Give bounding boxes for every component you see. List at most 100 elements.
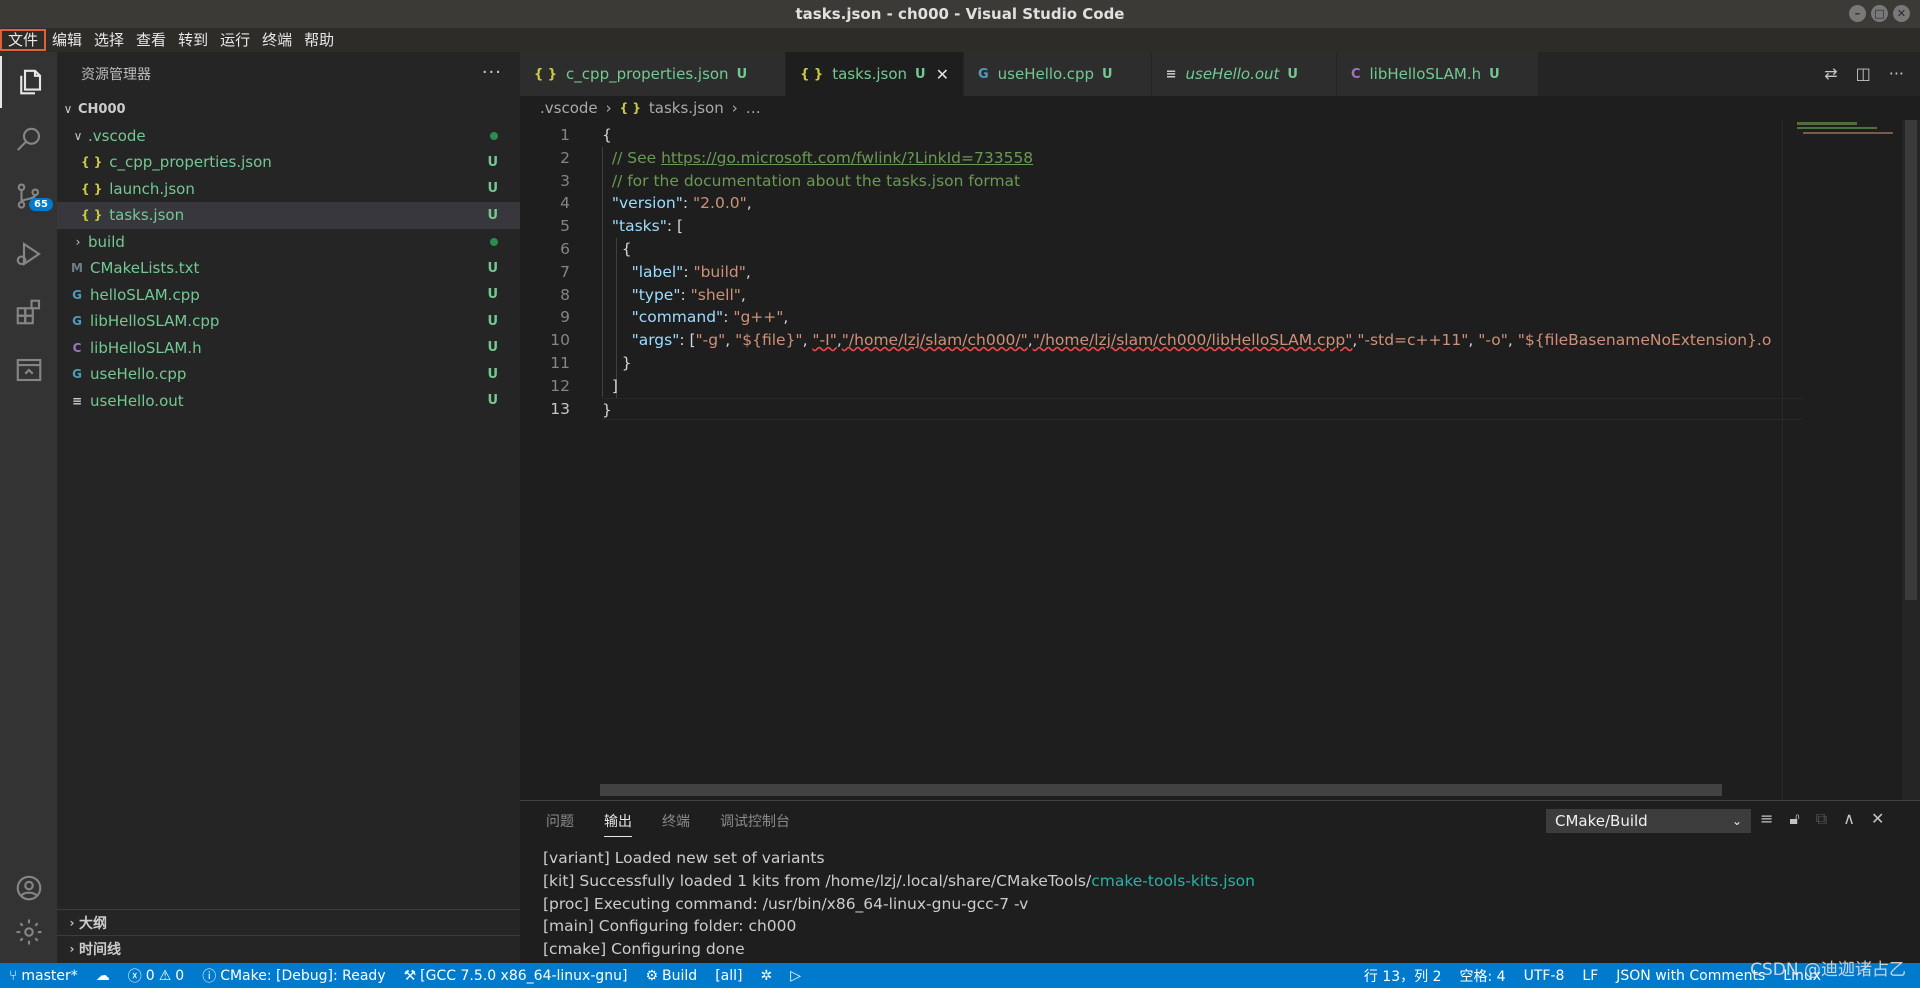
outline-section[interactable]: › 大纲: [57, 909, 520, 935]
breadcrumb-tail[interactable]: …: [746, 99, 761, 117]
build-button[interactable]: ⚙ Build: [636, 968, 706, 984]
tree-item[interactable]: { } tasks.json U: [57, 202, 520, 229]
target-status[interactable]: [all]: [706, 968, 751, 984]
editor-tab[interactable]: ClibHelloSLAM.h U: [1336, 52, 1539, 96]
more-actions-icon[interactable]: ···: [1889, 64, 1904, 83]
menu-go[interactable]: 转到: [172, 29, 214, 51]
code-line[interactable]: "version": "2.0.0",: [602, 192, 1802, 215]
maximize-panel-icon[interactable]: ∧: [1843, 809, 1855, 829]
run-debug-activity[interactable]: [0, 228, 57, 280]
output-log[interactable]: [variant] Loaded new set of variants [kit…: [520, 847, 1920, 961]
kit-status[interactable]: ⚒ [GCC 7.5.0 x86_64-linux-gnu]: [395, 968, 637, 984]
timeline-section[interactable]: › 时间线: [57, 935, 520, 961]
code-content[interactable]: { // See https://go.microsoft.com/fwlink…: [602, 124, 1802, 421]
explorer-sidebar: 资源管理器 ··· ∨ CH000 ∨ .vscode { } c_cpp_propert…: [57, 52, 520, 963]
search-activity[interactable]: [0, 114, 57, 166]
horizontal-scrollbar[interactable]: [600, 784, 1722, 796]
menu-file[interactable]: 文件: [0, 29, 47, 51]
code-line[interactable]: {: [602, 238, 1802, 261]
tree-item[interactable]: ClibHelloSLAM.h U: [57, 335, 520, 362]
copy-icon[interactable]: ⧉: [1816, 809, 1827, 829]
code-line[interactable]: "tasks": [: [602, 215, 1802, 238]
minimap[interactable]: [1782, 120, 1902, 800]
code-line[interactable]: "command": "g++",: [602, 306, 1802, 329]
maximize-button[interactable]: □: [1871, 5, 1888, 22]
code-line[interactable]: // for the documentation about the tasks…: [602, 170, 1802, 193]
code-token: :: [723, 308, 734, 327]
source-control-activity[interactable]: 65: [0, 170, 57, 222]
clear-output-icon[interactable]: ≡: [1760, 809, 1773, 829]
chevron-icon: ∨: [73, 128, 83, 143]
code-line[interactable]: ]: [602, 375, 1802, 398]
output-link[interactable]: cmake-tools-kits.json: [1091, 872, 1255, 890]
menu-terminal[interactable]: 终端: [256, 29, 298, 51]
code-token: "-I": [812, 331, 837, 350]
close-window-button[interactable]: ✕: [1893, 5, 1910, 22]
code-line[interactable]: }: [602, 352, 1802, 375]
editor-tab[interactable]: GuseHello.cpp U: [963, 52, 1152, 96]
breadcrumb-folder[interactable]: .vscode: [540, 99, 598, 117]
open-changes-icon[interactable]: ⇄: [1824, 64, 1837, 83]
menu-run[interactable]: 运行: [214, 29, 256, 51]
minimize-button[interactable]: –: [1849, 5, 1866, 22]
code-line[interactable]: "label": "build",: [602, 261, 1802, 284]
cmake-status[interactable]: ⓘ CMake: [Debug]: Ready: [193, 966, 394, 986]
menu-view[interactable]: 查看: [130, 29, 172, 51]
code-line[interactable]: // See https://go.microsoft.com/fwlink/?…: [602, 147, 1802, 170]
cursor-position[interactable]: 行 13，列 2: [1355, 966, 1451, 986]
close-icon[interactable]: ✕: [936, 65, 949, 84]
tree-item[interactable]: GlibHelloSLAM.cpp U: [57, 308, 520, 335]
indent-status[interactable]: 空格: 4: [1451, 966, 1515, 986]
output-line: [variant] Loaded new set of variants: [543, 847, 1920, 870]
tree-item[interactable]: ≡ useHello.out U: [57, 388, 520, 415]
sync-status[interactable]: ☁: [87, 968, 119, 984]
menu-help[interactable]: 帮助: [298, 29, 340, 51]
panel-tab[interactable]: 问题: [546, 811, 574, 831]
debug-icon[interactable]: ✲: [752, 968, 782, 984]
settings-activity[interactable]: [0, 906, 57, 958]
problems-status[interactable]: ⓧ 0 ⚠ 0: [119, 966, 193, 986]
extensions-activity[interactable]: [0, 286, 57, 338]
encoding-status[interactable]: UTF-8: [1515, 968, 1574, 984]
breadcrumb-file[interactable]: tasks.json: [649, 99, 724, 117]
explorer-more-button[interactable]: ···: [482, 62, 502, 83]
tree-item[interactable]: GhelloSLAM.cpp U: [57, 282, 520, 309]
split-editor-icon[interactable]: ◫: [1856, 64, 1871, 83]
remote-explorer-activity[interactable]: [0, 344, 57, 396]
editor-tab[interactable]: { } c_cpp_properties.json U: [520, 52, 787, 96]
panel-tab[interactable]: 终端: [662, 811, 690, 831]
code-link[interactable]: https://go.microsoft.com/fwlink/?LinkId=…: [661, 149, 1033, 167]
tree-item[interactable]: M CMakeLists.txt U: [57, 255, 520, 282]
json-file-icon: { }: [81, 208, 103, 223]
code-line[interactable]: }: [602, 397, 1802, 421]
branch-status[interactable]: ⑂ master*: [0, 968, 87, 984]
line-number: 7: [560, 262, 570, 281]
menu-selection[interactable]: 选择: [88, 29, 130, 51]
tree-item[interactable]: { } launch.json U: [57, 176, 520, 203]
code-editor[interactable]: 1 2 3 4 5 6 7 8 9 10 11 12 13 { // See https://go.mi…: [520, 120, 1920, 800]
explorer-activity[interactable]: [0, 56, 57, 108]
tree-item[interactable]: { } c_cpp_properties.json U: [57, 149, 520, 176]
menu-edit[interactable]: 编辑: [46, 29, 88, 51]
panel-tab[interactable]: 输出: [604, 811, 632, 837]
tree-item[interactable]: ∨ CH000: [57, 96, 520, 123]
code-line[interactable]: "type": "shell",: [602, 284, 1802, 307]
panel-tab[interactable]: 调试控制台: [720, 811, 790, 831]
run-icon[interactable]: ▷: [781, 968, 810, 984]
output-channel-select[interactable]: CMake/Build ⌄: [1546, 809, 1751, 833]
editor-tab[interactable]: ≡ useHello.out U: [1151, 52, 1337, 96]
lock-icon[interactable]: 🔓︎: [1789, 809, 1799, 829]
code-line[interactable]: "args": ["-g", "${file}", "-I", "/home/lz…: [602, 329, 1802, 352]
code-token: "label": [631, 262, 684, 281]
tree-item[interactable]: GuseHello.cpp U: [57, 361, 520, 388]
eol-status[interactable]: LF: [1573, 968, 1607, 984]
tree-item[interactable]: › build: [57, 229, 520, 256]
editor-tab[interactable]: { } tasks.json U ✕: [786, 52, 964, 96]
text-file-icon: ≡: [71, 393, 83, 408]
vertical-scrollbar[interactable]: [1902, 120, 1920, 800]
scrollbar-thumb[interactable]: [1905, 120, 1917, 600]
close-panel-icon[interactable]: ✕: [1871, 809, 1884, 829]
code-line[interactable]: {: [602, 124, 1802, 147]
tree-item[interactable]: ∨ .vscode: [57, 123, 520, 150]
